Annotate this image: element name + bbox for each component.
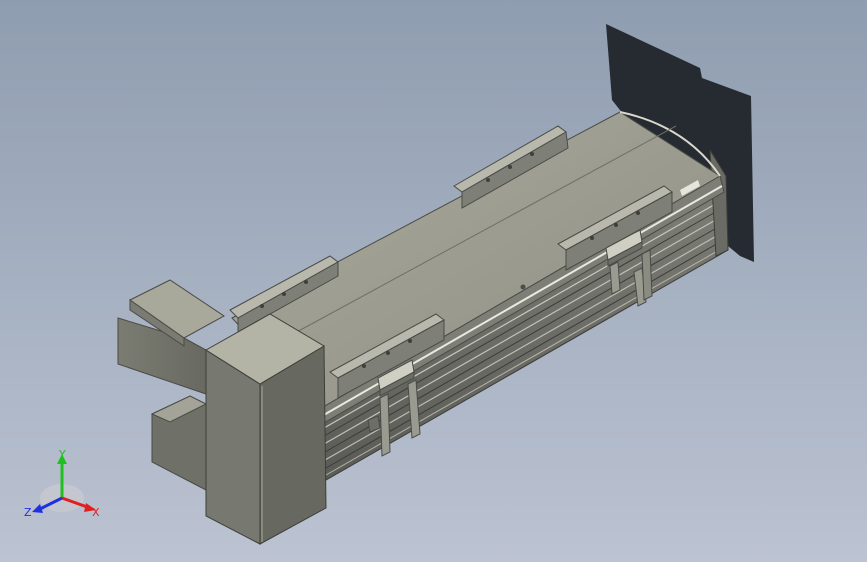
y-axis-label: Y <box>58 448 66 461</box>
3d-viewport[interactable]: Y X Z <box>0 0 867 562</box>
coordinate-triad[interactable]: Y X Z <box>22 448 112 528</box>
x-axis-label: X <box>92 506 100 519</box>
linear-actuator-model[interactable] <box>0 0 867 562</box>
z-axis-label: Z <box>24 506 32 519</box>
